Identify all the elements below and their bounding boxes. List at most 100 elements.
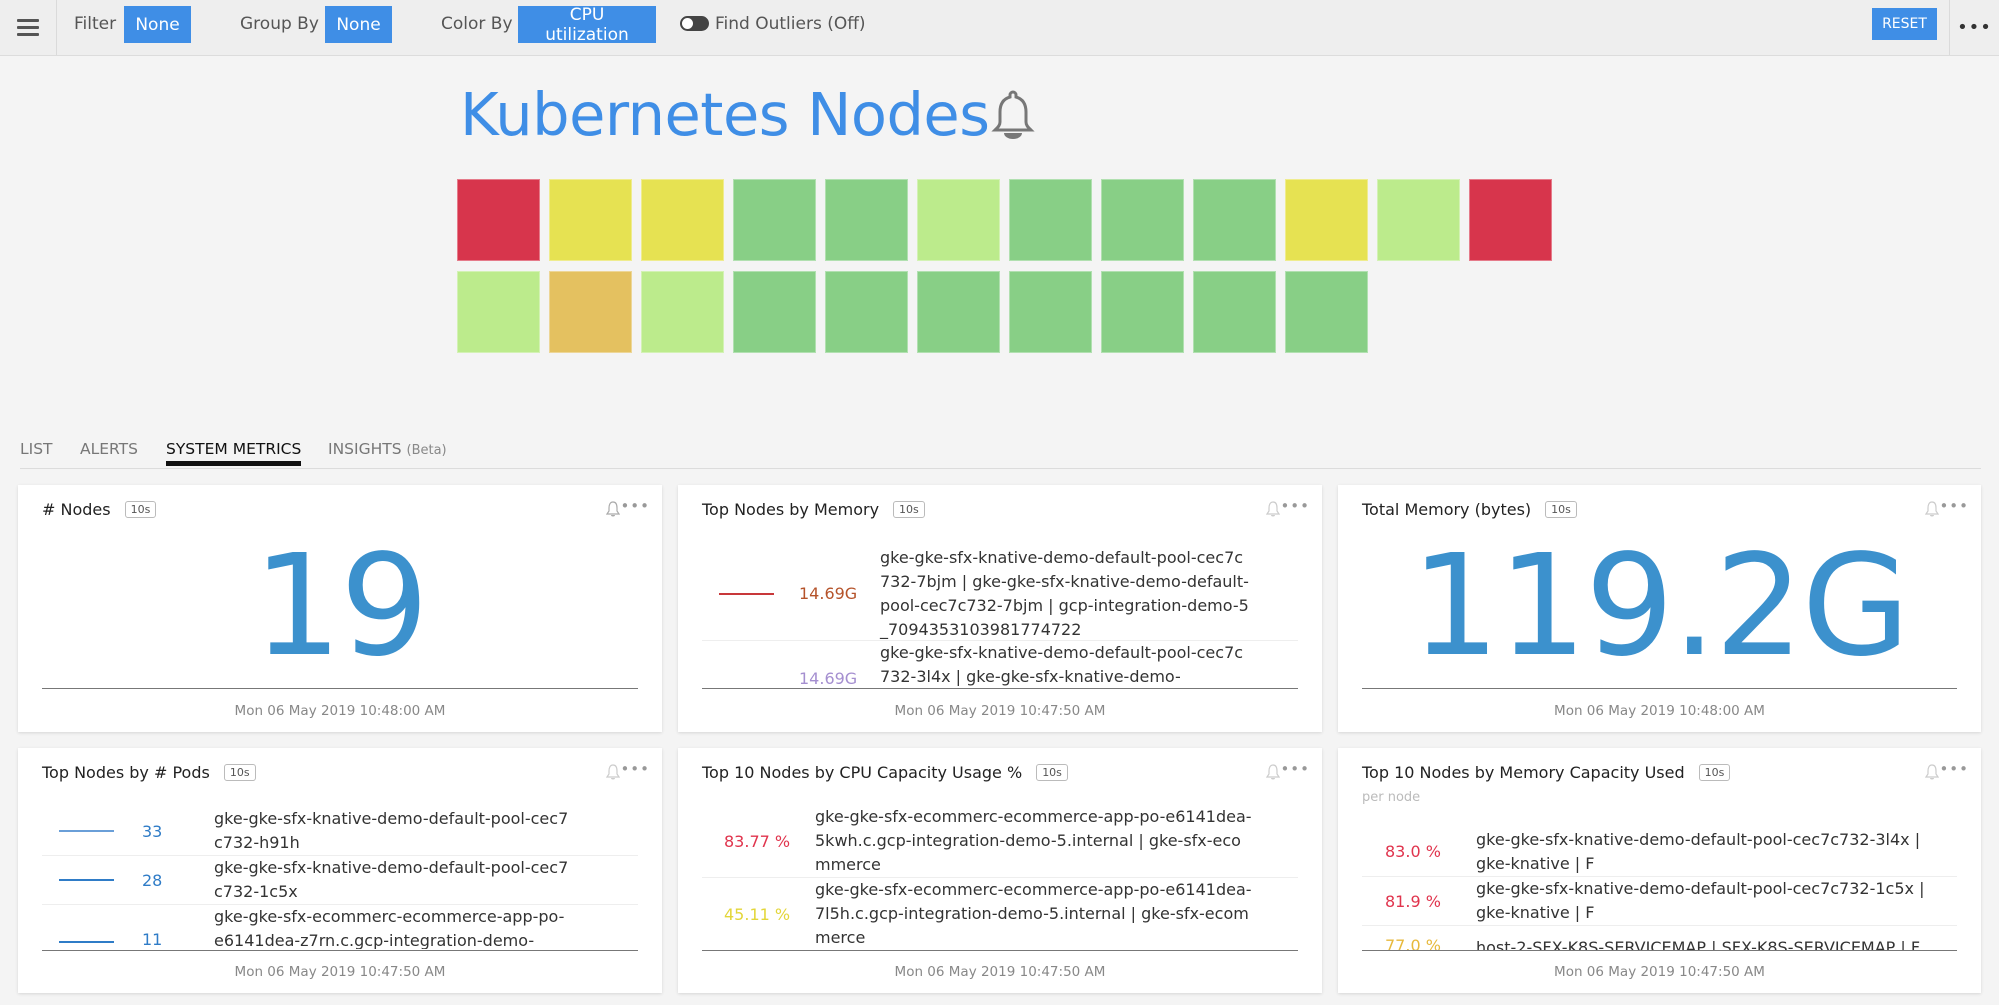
- group-by-button[interactable]: None: [325, 6, 392, 43]
- top-pods-list: 33 gke-gke-sfx-knative-demo-default-pool…: [42, 807, 638, 949]
- node-tile[interactable]: [917, 271, 1000, 353]
- node-tile[interactable]: [1193, 179, 1276, 261]
- timestamp: Mon 06 May 2019 10:47:50 AM: [1554, 964, 1765, 980]
- divider: [42, 688, 638, 689]
- bell-icon[interactable]: [990, 88, 1036, 142]
- reset-button[interactable]: RESET: [1872, 8, 1937, 40]
- tab-insights[interactable]: INSIGHTS (Beta): [328, 440, 447, 466]
- panel-title-text: Total Memory (bytes): [1362, 500, 1532, 519]
- node-tile[interactable]: [733, 271, 816, 353]
- sparkline: [59, 830, 114, 832]
- tab-label: SYSTEM METRICS: [166, 440, 302, 458]
- bell-icon[interactable]: [1925, 501, 1939, 517]
- tab-label: LIST: [20, 440, 53, 458]
- row-name: gke-gke-sfx-ecommerc-ecommerce-app-po-e6…: [214, 907, 565, 949]
- node-tile[interactable]: [1101, 179, 1184, 261]
- top-memory-capacity-list: 83.0 % gke-gke-sfx-knative-demo-default-…: [1362, 827, 1957, 950]
- menu-button[interactable]: [0, 0, 57, 55]
- panel-more-button[interactable]: •••: [1939, 497, 1969, 515]
- panel-title-text: Top Nodes by Memory: [702, 500, 880, 519]
- refresh-badge: 10s: [1545, 501, 1577, 518]
- filter-button[interactable]: None: [124, 6, 191, 43]
- list-item[interactable]: 14.69G gke-gke-sfx-knative-demo-default-…: [702, 641, 1298, 688]
- node-tile[interactable]: [733, 179, 816, 261]
- panel-title: # Nodes 10s: [42, 500, 157, 519]
- timestamp: Mon 06 May 2019 10:47:50 AM: [894, 964, 1106, 980]
- node-tile[interactable]: [1469, 179, 1552, 261]
- list-item[interactable]: 33 gke-gke-sfx-knative-demo-default-pool…: [42, 807, 638, 856]
- refresh-badge: 10s: [124, 501, 157, 518]
- tab-alerts[interactable]: ALERTS: [80, 440, 138, 466]
- panel-more-button[interactable]: •••: [1280, 497, 1310, 515]
- panel-title-text: Top Nodes by # Pods: [42, 763, 210, 782]
- page-title: Kubernetes Nodes: [460, 80, 990, 149]
- row-name: gke-gke-sfx-knative-demo-default-pool-ce…: [1476, 829, 1921, 873]
- panel-more-button[interactable]: •••: [620, 497, 650, 515]
- more-options-button[interactable]: •••: [1949, 0, 1999, 55]
- list-item[interactable]: 83.77 % gke-gke-sfx-ecommerc-ecommerce-a…: [702, 805, 1298, 878]
- divider: [702, 950, 1298, 951]
- node-tile[interactable]: [917, 179, 1000, 261]
- panel-title: Total Memory (bytes) 10s: [1362, 500, 1577, 519]
- node-tile[interactable]: [1009, 179, 1092, 261]
- list-item[interactable]: 28 gke-gke-sfx-knative-demo-default-pool…: [42, 856, 638, 905]
- list-item[interactable]: 45.11 % gke-gke-sfx-ecommerc-ecommerce-a…: [702, 878, 1298, 950]
- node-tile[interactable]: [1101, 271, 1184, 353]
- node-tile[interactable]: [1285, 179, 1368, 261]
- color-by-button[interactable]: CPU utilization: [518, 5, 656, 45]
- panel-top-nodes-memory: Top Nodes by Memory 10s ••• 14.69G gke-gk…: [678, 485, 1322, 732]
- timestamp: Mon 06 May 2019 10:47:50 AM: [894, 703, 1106, 719]
- divider: [702, 688, 1298, 689]
- node-tile[interactable]: [641, 179, 724, 261]
- node-tile[interactable]: [549, 179, 632, 261]
- sparkline: [719, 592, 774, 595]
- panel-more-button[interactable]: •••: [1280, 760, 1310, 778]
- list-item[interactable]: 11 gke-gke-sfx-ecommerc-ecommerce-app-po…: [42, 905, 638, 949]
- panel-node-count: # Nodes 10s ••• 19 Mon 06 May 2019 10:48:…: [18, 485, 662, 732]
- panel-more-button[interactable]: •••: [1939, 760, 1969, 778]
- row-name: gke-gke-sfx-knative-demo-default-pool-ce…: [214, 858, 569, 901]
- node-tile[interactable]: [1285, 271, 1368, 353]
- bell-icon[interactable]: [606, 764, 620, 780]
- list-item[interactable]: 77.0 % host-2-SFX-K8S-SERVICEMAP | SFX-K…: [1362, 926, 1957, 950]
- list-item[interactable]: 14.69G gke-gke-sfx-knative-demo-default-…: [702, 547, 1298, 641]
- sparkline: [719, 671, 774, 673]
- node-tile[interactable]: [1193, 271, 1276, 353]
- tab-label: ALERTS: [80, 440, 138, 458]
- divider: [1362, 950, 1957, 951]
- tab-list[interactable]: LIST: [20, 440, 53, 466]
- node-tile[interactable]: [1009, 271, 1092, 353]
- row-value: 14.69G: [799, 584, 858, 603]
- panel-title-text: Top 10 Nodes by CPU Capacity Usage %: [702, 763, 1023, 782]
- node-tile[interactable]: [457, 179, 540, 261]
- top-cpu-list: 83.77 % gke-gke-sfx-ecommerc-ecommerce-a…: [702, 805, 1298, 950]
- find-outliers-toggle[interactable]: [680, 16, 709, 31]
- panel-top-nodes-cpu: Top 10 Nodes by CPU Capacity Usage % 10s …: [678, 748, 1322, 993]
- row-value: 28: [142, 870, 163, 890]
- panel-title: Top 10 Nodes by Memory Capacity Used 10s: [1362, 763, 1731, 782]
- bell-icon[interactable]: [1266, 501, 1280, 517]
- bell-icon[interactable]: [1925, 764, 1939, 780]
- node-count-value: 19: [252, 525, 429, 688]
- bell-icon[interactable]: [606, 501, 620, 517]
- node-tile[interactable]: [825, 271, 908, 353]
- panel-more-button[interactable]: •••: [620, 760, 650, 778]
- refresh-badge: 10s: [223, 764, 256, 781]
- row-value: 33: [142, 821, 163, 841]
- list-item[interactable]: 81.9 % gke-gke-sfx-knative-demo-default-…: [1362, 877, 1957, 926]
- row-name: gke-gke-sfx-knative-demo-default-pool-ce…: [1476, 879, 1925, 922]
- sparkline: [59, 879, 114, 881]
- panel-title: Top Nodes by # Pods 10s: [42, 763, 256, 782]
- node-tile[interactable]: [457, 271, 540, 353]
- list-item[interactable]: 83.0 % gke-gke-sfx-knative-demo-default-…: [1362, 827, 1957, 877]
- tab-system-metrics[interactable]: SYSTEM METRICS: [166, 440, 302, 466]
- refresh-badge: 10s: [1036, 764, 1068, 781]
- node-tile[interactable]: [549, 271, 632, 353]
- panel-total-memory: Total Memory (bytes) 10s ••• 119.2G Mon 0…: [1338, 485, 1981, 732]
- node-tile[interactable]: [825, 179, 908, 261]
- row-value: 14.69G: [799, 669, 858, 688]
- row-name: gke-gke-sfx-knative-demo-default-pool-ce…: [214, 809, 569, 852]
- bell-icon[interactable]: [1266, 764, 1280, 780]
- node-tile[interactable]: [1377, 179, 1460, 261]
- node-tile[interactable]: [641, 271, 724, 353]
